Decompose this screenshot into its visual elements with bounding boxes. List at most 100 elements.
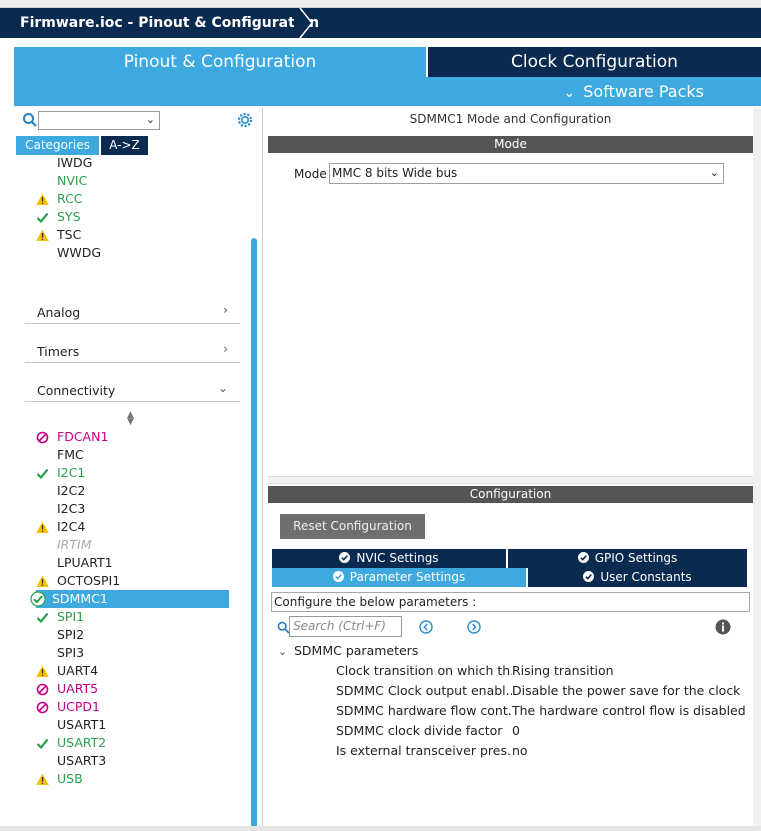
- peripheral-label: USART2: [57, 735, 107, 750]
- warning-icon: [36, 575, 49, 587]
- chevron-right-icon: ›: [223, 303, 228, 317]
- section-analog-label: Analog: [37, 305, 81, 320]
- mode-header: Mode: [268, 136, 753, 153]
- parameter-group-title: SDMMC parameters: [294, 643, 419, 658]
- parameter-name: SDMMC Clock output enabl...: [336, 683, 512, 698]
- breadcrumb[interactable]: Firmware.ioc - Pinout & Configuration: [4, 8, 340, 38]
- peripheral-label: SPI2: [57, 627, 85, 642]
- peripheral-label: WWDG: [57, 245, 102, 260]
- check-circle-icon: [332, 571, 344, 582]
- disabled-icon: [36, 683, 49, 696]
- warning-icon: [36, 773, 49, 785]
- peripheral-list: IWDG NVIC RCC SYS TSC WWDG Analog › Timers › …: [14, 158, 249, 828]
- parameter-value[interactable]: 0: [512, 722, 520, 740]
- peripheral-label: SDMMC1: [52, 591, 108, 606]
- peripheral-label: I2C1: [57, 465, 86, 480]
- peripheral-label: IRTIM: [57, 537, 92, 552]
- parameter-name: SDMMC clock divide factor: [336, 723, 503, 738]
- parameter-name: Clock transition on which th...: [336, 663, 512, 678]
- configuration-header: Configuration: [268, 486, 753, 503]
- configure-hint: Configure the below parameters :: [271, 592, 750, 612]
- parameter-value[interactable]: The hardware control flow is disabled: [512, 702, 746, 720]
- panel-title: SDMMC1 Mode and Configuration: [409, 112, 612, 126]
- peripheral-label: SPI3: [57, 645, 85, 660]
- disabled-icon: [36, 701, 49, 714]
- parameter-value[interactable]: Rising transition: [512, 662, 614, 680]
- peripheral-label: UART4: [57, 663, 99, 678]
- peripheral-item-sdmmc1[interactable]: SDMMC1: [30, 590, 229, 608]
- tab-user-constants[interactable]: User Constants: [528, 568, 747, 587]
- section-connectivity-label: Connectivity: [37, 383, 116, 398]
- peripheral-label: UART5: [57, 681, 99, 696]
- mode-configuration-panel: SDMMC1 Mode and Configuration Mode Mode …: [268, 108, 753, 828]
- peripheral-label: I2C2: [57, 483, 86, 498]
- tab-clock-configuration[interactable]: Clock Configuration: [428, 47, 761, 77]
- disabled-icon: [36, 431, 49, 444]
- main-tabs: Pinout & Configuration Clock Configurati…: [14, 47, 761, 77]
- peripheral-label: SPI1: [57, 609, 85, 624]
- search-icon: [23, 113, 37, 127]
- peripheral-label: I2C4: [57, 519, 86, 534]
- parameter-value[interactable]: no: [512, 742, 528, 760]
- check-circle-icon: [30, 591, 46, 607]
- check-circle-icon: [339, 552, 351, 563]
- parameter-name: SDMMC hardware flow cont...: [336, 703, 512, 718]
- reset-configuration-button[interactable]: Reset Configuration: [280, 514, 425, 539]
- peripheral-label: FDCAN1: [57, 429, 109, 444]
- tab-gpio-settings[interactable]: GPIO Settings: [508, 549, 747, 568]
- right-edge-strip: [753, 108, 761, 828]
- sort-arrows-icon[interactable]: ▲ ▼: [127, 411, 134, 427]
- parameter-value[interactable]: Disable the power save for the clock: [512, 682, 740, 700]
- software-packs-bar: ⌄ Software Packs: [14, 77, 761, 106]
- warning-icon: [36, 193, 49, 205]
- peripheral-label: OCTOSPI1: [57, 573, 121, 588]
- title-bar: Firmware.ioc - Pinout & Configuration: [0, 8, 761, 38]
- parameter-search-input[interactable]: Search (Ctrl+F): [289, 616, 402, 637]
- parameter-name: Is external transceiver pres...: [336, 743, 512, 758]
- peripheral-label: USART3: [57, 753, 107, 768]
- tab-a-to-z[interactable]: A->Z: [101, 136, 148, 155]
- section-timers[interactable]: Timers ›: [25, 337, 240, 363]
- scrollbar[interactable]: [251, 238, 257, 828]
- peripheral-label: UCPD1: [57, 699, 100, 714]
- tab-nvic-settings[interactable]: NVIC Settings: [272, 549, 506, 568]
- chevron-down-icon: ⌄: [563, 85, 576, 101]
- previous-result-icon[interactable]: [419, 620, 433, 634]
- panel-splitter[interactable]: [268, 476, 753, 484]
- check-icon: [36, 468, 49, 480]
- check-circle-icon: [583, 571, 595, 582]
- tab-parameter-settings[interactable]: Parameter Settings: [272, 568, 526, 587]
- breadcrumb-arrow-icon: [294, 8, 313, 38]
- check-circle-icon: [577, 552, 589, 563]
- check-icon: [36, 612, 49, 624]
- tab-gpio-settings-label: GPIO Settings: [594, 551, 678, 565]
- peripheral-label: NVIC: [57, 173, 88, 188]
- peripheral-label: RCC: [57, 191, 83, 206]
- section-analog[interactable]: Analog ›: [25, 298, 240, 324]
- tab-categories[interactable]: Categories: [16, 136, 99, 155]
- peripheral-label: USB: [57, 771, 83, 786]
- tab-parameter-settings-label: Parameter Settings: [349, 570, 466, 584]
- tab-user-constants-label: User Constants: [600, 570, 692, 584]
- peripheral-label: SYS: [57, 209, 81, 224]
- chevron-down-icon: ⌄: [145, 113, 155, 126]
- tab-nvic-settings-label: NVIC Settings: [356, 551, 439, 565]
- peripheral-label: TSC: [57, 227, 82, 242]
- warning-icon: [36, 665, 49, 677]
- chevron-down-icon[interactable]: ⌄: [278, 645, 287, 658]
- chevron-down-icon: ⌄: [709, 166, 719, 179]
- tab-pinout-configuration[interactable]: Pinout & Configuration: [14, 47, 426, 77]
- peripheral-label: LPUART1: [57, 555, 113, 570]
- section-timers-label: Timers: [37, 344, 80, 359]
- category-search-combo[interactable]: ⌄: [38, 111, 160, 130]
- peripheral-label: IWDG: [57, 158, 93, 170]
- software-packs-menu[interactable]: ⌄ Software Packs: [564, 77, 704, 108]
- section-connectivity[interactable]: Connectivity ⌄: [25, 376, 240, 402]
- info-icon[interactable]: [715, 619, 731, 635]
- mode-select[interactable]: MMC 8 bits Wide bus ⌄: [329, 163, 724, 184]
- software-packs-label: Software Packs: [583, 82, 704, 101]
- next-result-icon[interactable]: [467, 620, 481, 634]
- gear-icon[interactable]: [236, 111, 254, 129]
- chevron-right-icon: ›: [223, 342, 228, 356]
- warning-icon: [36, 521, 49, 533]
